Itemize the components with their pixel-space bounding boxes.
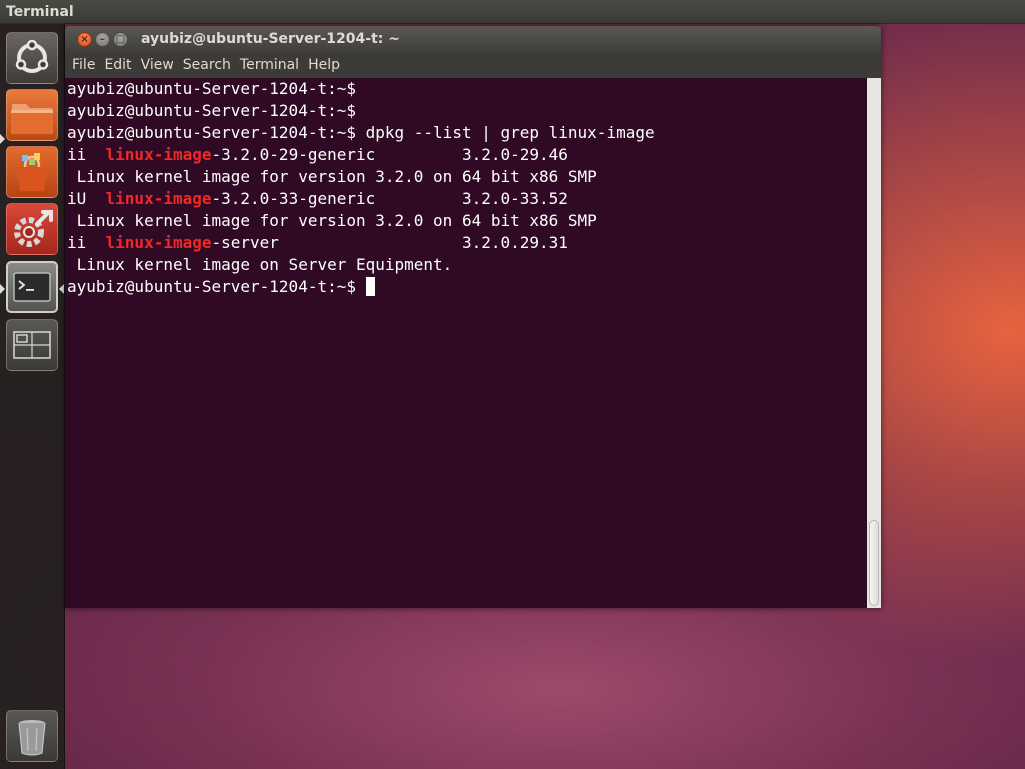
- terminal-line: ii linux-image-server 3.2.0.29.31: [67, 233, 568, 252]
- menu-edit[interactable]: Edit: [101, 53, 134, 78]
- software-center-button[interactable]: [6, 146, 58, 198]
- grep-match: linux-image: [105, 189, 212, 208]
- terminal-line: Linux kernel image for version 3.2.0 on …: [67, 167, 597, 186]
- minimize-button[interactable]: –: [95, 32, 110, 47]
- terminal-line: ii linux-image-3.2.0-29-generic 3.2.0-29…: [67, 145, 568, 164]
- terminal-line: ayubiz@ubuntu-Server-1204-t:~$: [67, 79, 356, 98]
- menu-view[interactable]: View: [138, 53, 177, 78]
- trash-button[interactable]: [6, 710, 58, 762]
- focused-indicator: [59, 284, 64, 294]
- terminal-line: Linux kernel image for version 3.2.0 on …: [67, 211, 597, 230]
- grep-match: linux-image: [105, 233, 212, 252]
- terminal-line: Linux kernel image on Server Equipment.: [67, 255, 453, 274]
- scrollbar[interactable]: [867, 78, 881, 608]
- maximize-button[interactable]: □: [113, 32, 128, 47]
- trash-icon: [18, 720, 46, 756]
- system-settings-button[interactable]: [6, 203, 58, 255]
- terminal-button[interactable]: [6, 261, 58, 313]
- menu-terminal[interactable]: Terminal: [237, 53, 302, 78]
- running-indicator: [0, 284, 5, 294]
- menu-help[interactable]: Help: [305, 53, 343, 78]
- dash-home-button[interactable]: [6, 32, 58, 84]
- terminal-icon: [13, 272, 51, 302]
- menu-search[interactable]: Search: [180, 53, 234, 78]
- terminal-line: iU linux-image-3.2.0-33-generic 3.2.0-33…: [67, 189, 568, 208]
- workspace-switcher-button[interactable]: [6, 319, 58, 371]
- terminal-line: ayubiz@ubuntu-Server-1204-t:~$: [67, 276, 655, 298]
- grep-match: linux-image: [105, 145, 212, 164]
- workspaces-icon: [13, 331, 51, 359]
- window-titlebar[interactable]: × – □ ayubiz@ubuntu-Server-1204-t: ~: [65, 26, 881, 53]
- shopping-bag-icon: [17, 153, 47, 191]
- gear-wrench-icon: [14, 210, 53, 247]
- folder-icon: [11, 104, 53, 134]
- terminal-line: ayubiz@ubuntu-Server-1204-t:~$ dpkg --li…: [67, 123, 655, 142]
- home-folder-button[interactable]: [6, 89, 58, 141]
- app-title: Terminal: [6, 4, 74, 20]
- terminal-output[interactable]: ayubiz@ubuntu-Server-1204-t:~$ ayubiz@ub…: [65, 78, 867, 608]
- window-title: ayubiz@ubuntu-Server-1204-t: ~: [141, 31, 400, 47]
- scrollbar-thumb[interactable]: [869, 520, 879, 606]
- terminal-window: × – □ ayubiz@ubuntu-Server-1204-t: ~ Fil…: [65, 26, 881, 608]
- top-panel: Terminal: [0, 0, 1025, 24]
- menu-bar: File Edit View Search Terminal Help: [65, 53, 881, 78]
- terminal-line: ayubiz@ubuntu-Server-1204-t:~$: [67, 101, 356, 120]
- menu-file[interactable]: File: [69, 53, 98, 78]
- running-indicator: [0, 134, 5, 144]
- text-cursor: [365, 277, 375, 296]
- ubuntu-logo-icon: [15, 39, 49, 73]
- close-button[interactable]: ×: [77, 32, 92, 47]
- terminal-lines: ayubiz@ubuntu-Server-1204-t:~$ ayubiz@ub…: [67, 78, 655, 298]
- launcher: [0, 24, 65, 769]
